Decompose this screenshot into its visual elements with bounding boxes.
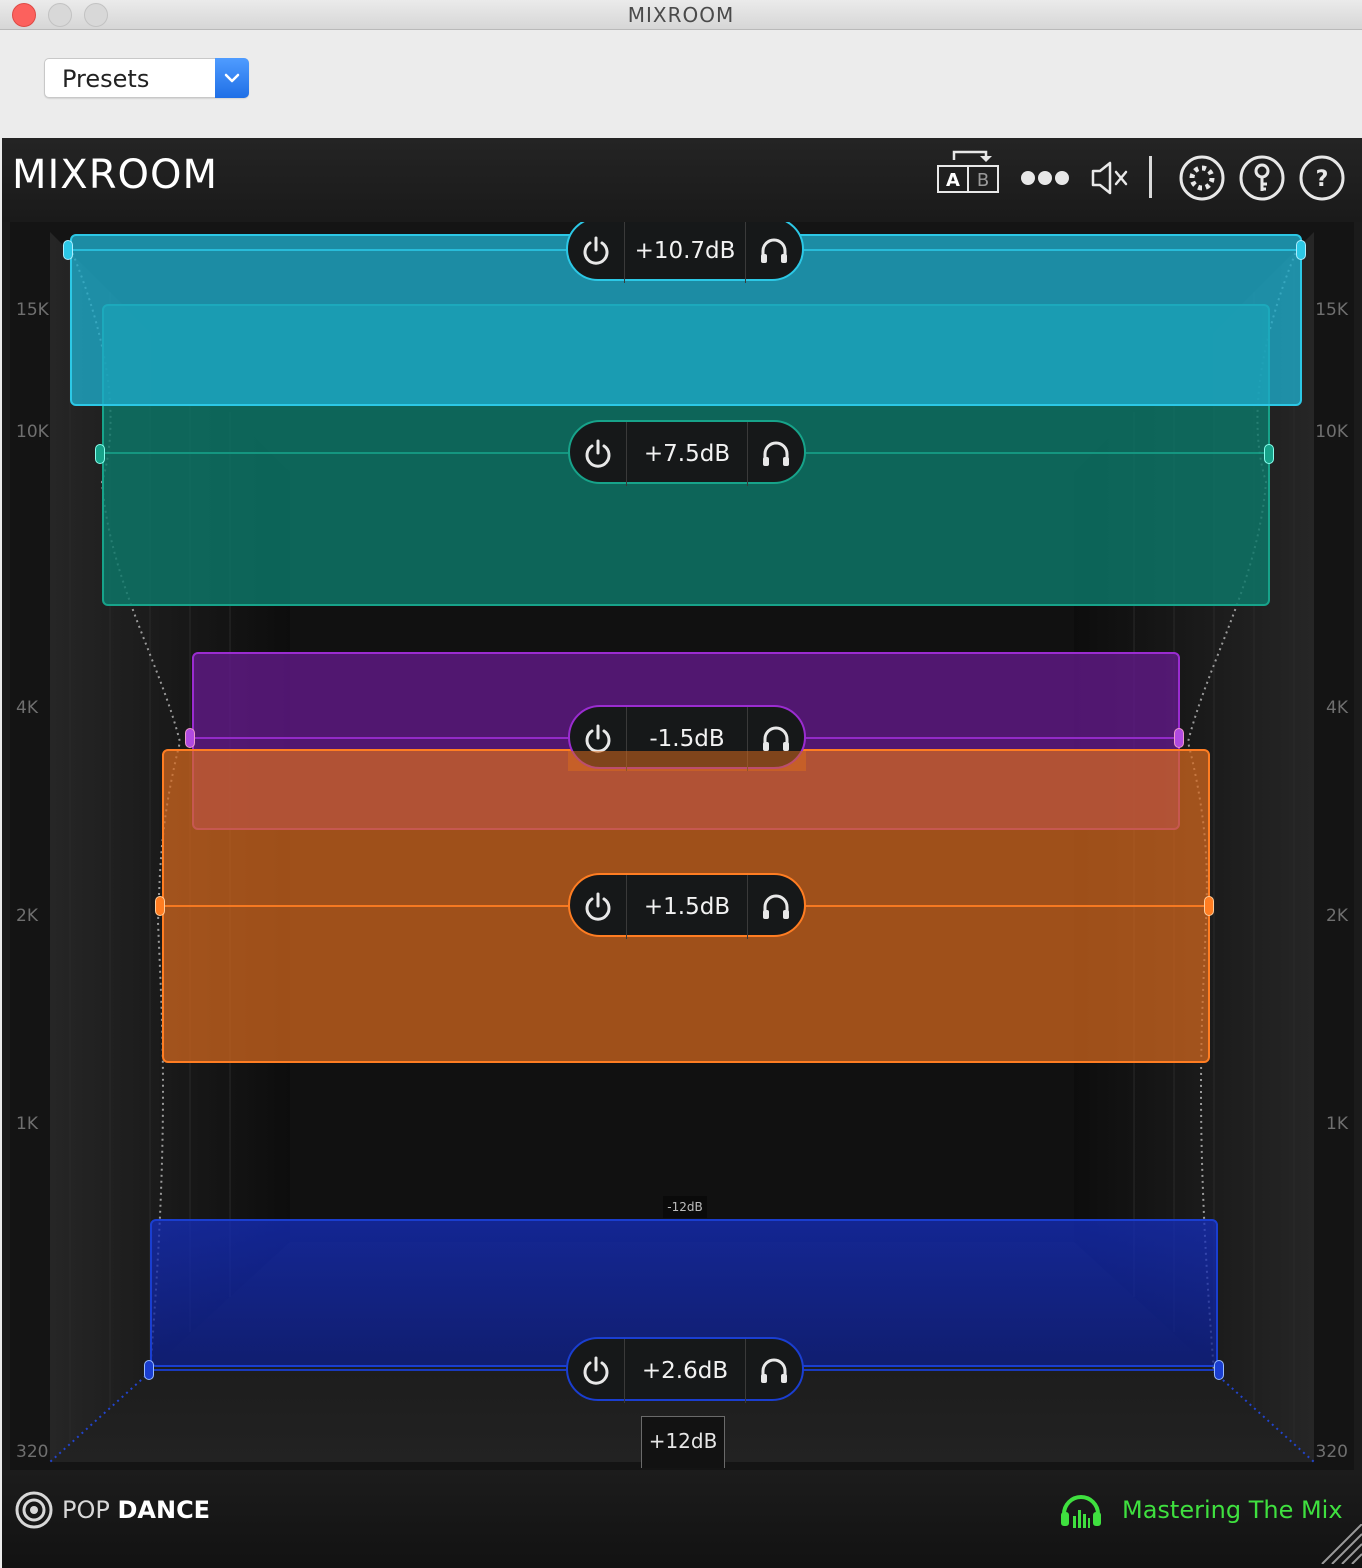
genre-prefix: POP <box>62 1496 110 1524</box>
band-3-left-handle[interactable] <box>185 728 195 748</box>
mixroom-plugin: MIXROOM A B ? 15K 15K 10K 10K 4K 4K 2K 2… <box>2 138 1362 1568</box>
band-4-gain[interactable]: +1.5dB <box>626 875 748 939</box>
power-icon[interactable] <box>582 438 614 474</box>
band-5-left-handle[interactable] <box>144 1360 154 1380</box>
freq-label-left: 1K <box>16 1114 38 1134</box>
freq-label-left: 2K <box>16 906 38 926</box>
presets-label: Presets <box>62 65 150 93</box>
power-icon[interactable] <box>580 1355 612 1391</box>
freq-label-right: 320 <box>1315 1442 1348 1462</box>
freq-label-left: 10K <box>16 422 49 442</box>
band-4-control: +1.5dB <box>568 873 806 939</box>
freq-label-right: 15K <box>1315 300 1348 320</box>
resize-grip-icon[interactable] <box>1316 1523 1362 1568</box>
scale-max-label[interactable]: +12dB <box>641 1416 725 1468</box>
genre-selector[interactable]: POP DANCE <box>62 1496 210 1524</box>
presets-dropdown[interactable]: Presets <box>44 58 249 98</box>
freq-label-right: 4K <box>1326 698 1348 718</box>
toolbar-divider <box>1149 156 1152 198</box>
band-overlap-shade <box>568 751 806 771</box>
headphones-icon[interactable] <box>758 235 790 271</box>
band-4-right-handle[interactable] <box>1204 896 1214 916</box>
freq-label-left: 4K <box>16 698 38 718</box>
gear-icon[interactable] <box>1178 154 1226 206</box>
band-1-control: +10.7dB <box>566 222 804 283</box>
ab-label-b: B <box>977 170 989 191</box>
band-1-left-handle[interactable] <box>63 240 73 260</box>
more-dots-icon[interactable] <box>1020 168 1070 192</box>
host-toolbar: Presets <box>2 30 1362 138</box>
band-3-right-handle[interactable] <box>1174 728 1184 748</box>
app-window: MIXROOM Presets MIXROOM A B ? 15K 15K 10… <box>0 0 1362 1568</box>
plugin-logo: MIXROOM <box>12 152 218 198</box>
band-1-gain[interactable]: +10.7dB <box>624 222 746 283</box>
freq-label-right: 2K <box>1326 906 1348 926</box>
headphones-icon[interactable] <box>758 1355 790 1391</box>
scale-min-label: -12dB <box>663 1196 707 1218</box>
freq-label-right: 10K <box>1315 422 1348 442</box>
band-5-control: +2.6dB <box>566 1337 804 1403</box>
band-2-control: +7.5dB <box>568 420 806 486</box>
plugin-footer: POP DANCE Mastering The Mix <box>2 1470 1362 1568</box>
help-icon[interactable]: ? <box>1298 154 1346 206</box>
brand-name: Mastering The Mix <box>1122 1496 1343 1524</box>
svg-text:?: ? <box>1316 167 1329 192</box>
speaker-mute-icon[interactable] <box>1090 160 1130 200</box>
ab-compare-icon[interactable]: A B <box>936 146 1000 200</box>
band-2-gain[interactable]: +7.5dB <box>626 422 748 486</box>
band-4-left-handle[interactable] <box>155 896 165 916</box>
band-5-right-handle[interactable] <box>1214 1360 1224 1380</box>
band-2-left-handle[interactable] <box>95 444 105 464</box>
plugin-header: MIXROOM A B ? <box>2 138 1362 222</box>
band-5-gain[interactable]: +2.6dB <box>624 1339 746 1403</box>
genre-name: DANCE <box>117 1496 211 1524</box>
target-icon[interactable] <box>14 1490 54 1534</box>
eq-stage[interactable]: 15K 15K 10K 10K 4K 4K 2K 2K 1K 1K 320 32… <box>10 222 1354 1470</box>
band-1-right-handle[interactable] <box>1296 240 1306 260</box>
mastering-the-mix-logo-icon <box>1058 1488 1104 1538</box>
key-icon[interactable] <box>1238 154 1286 206</box>
chevron-down-icon[interactable] <box>215 58 249 98</box>
ab-label-a: A <box>946 170 960 191</box>
headphones-icon[interactable] <box>760 891 792 927</box>
band-2-right-handle[interactable] <box>1264 444 1274 464</box>
freq-label-right: 1K <box>1326 1114 1348 1134</box>
headphones-icon[interactable] <box>760 438 792 474</box>
power-icon[interactable] <box>582 891 614 927</box>
freq-label-left: 15K <box>16 300 49 320</box>
freq-label-left: 320 <box>16 1442 49 1462</box>
power-icon[interactable] <box>580 235 612 271</box>
window-titlebar: MIXROOM <box>0 0 1362 30</box>
window-title: MIXROOM <box>627 3 735 27</box>
